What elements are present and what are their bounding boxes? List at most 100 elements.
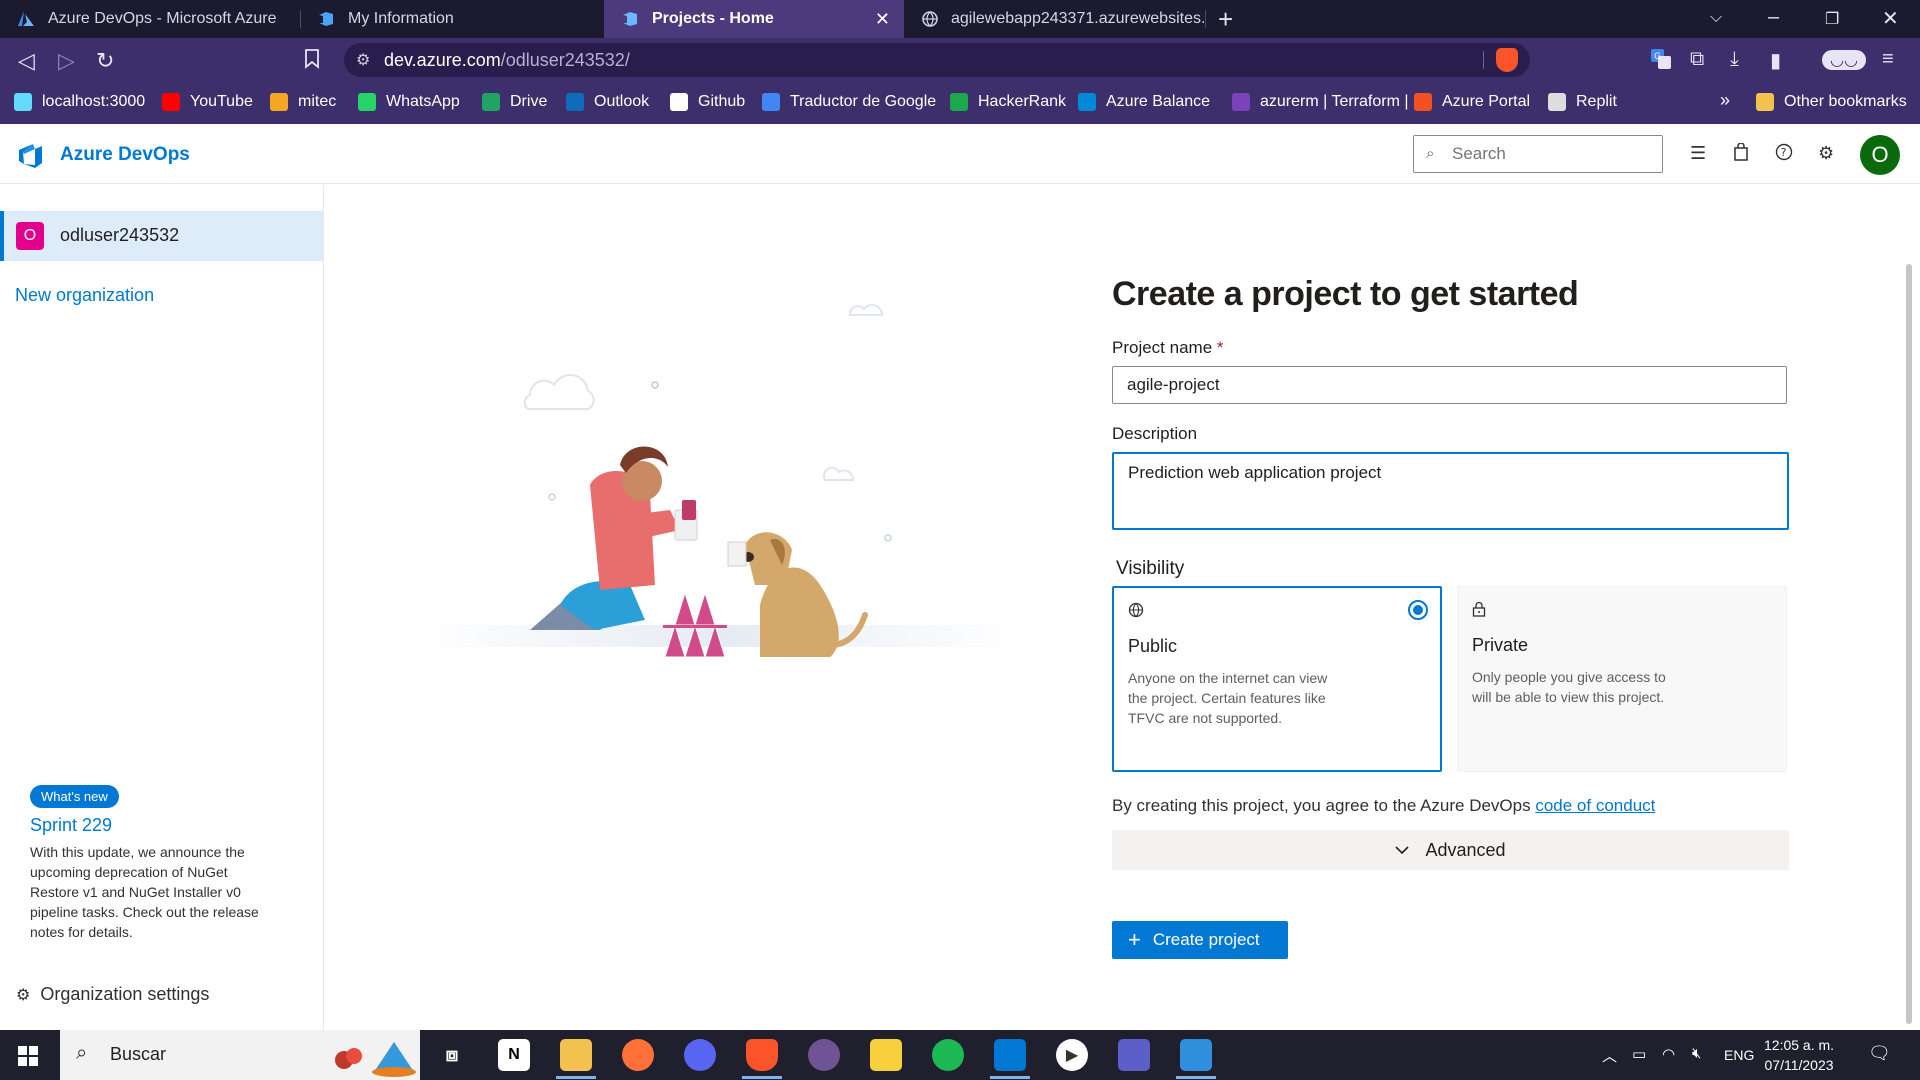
visibility-private-card[interactable]: Private Only people you give access to w… [1457,586,1787,772]
house-of-cards-illustration [420,304,1020,658]
browser-tab-bar: Azure DevOps - Microsoft Azure My Inform… [0,0,1920,38]
omnibox-divider [1483,51,1484,69]
notion-icon[interactable]: N [498,1039,530,1071]
avatar[interactable]: O [1860,135,1900,175]
notifications-icon[interactable]: 🗨︎ [1868,1043,1891,1064]
bookmark-label: Replit [1576,93,1617,110]
tab-my-information[interactable]: My Information [300,0,603,38]
project-name-label: Project name * [1112,338,1789,358]
bookmark-icon[interactable] [304,49,320,74]
spotify-icon[interactable] [932,1039,964,1071]
close-window-icon[interactable]: ✕ [1882,6,1899,31]
public-radio[interactable] [1408,600,1428,620]
lock-icon [1472,601,1486,622]
task-view-icon[interactable]: ⧈ [436,1039,468,1071]
url-path: /odluser243532/ [500,50,630,70]
back-icon[interactable]: ◁ [18,48,35,74]
site-info-icon[interactable]: ⚙ [356,50,370,70]
sidebar-toggle-icon[interactable]: ▮ [1770,48,1781,73]
project-name-field[interactable] [1112,366,1787,404]
code-of-conduct-link[interactable]: code of conduct [1535,796,1655,815]
github-desktop-icon[interactable] [808,1039,840,1071]
public-description: Anyone on the internet can view the proj… [1128,670,1328,726]
help-icon[interactable]: ? [1775,143,1793,166]
search-box[interactable]: ⌕ [1413,135,1663,173]
bookmark-item[interactable]: HackerRank [950,93,1066,111]
tab-agilewebapp[interactable]: agilewebapp243371.azurewebsites.net [905,0,1205,38]
sticky-notes-icon[interactable] [870,1039,902,1071]
new-organization-link[interactable]: New organization [15,285,154,306]
clock-time: 12:05 a. m. [1764,1037,1835,1053]
required-asterisk: * [1216,338,1224,357]
organization-settings-link[interactable]: ⚙ Organization settings [16,984,209,1005]
advanced-toggle[interactable]: Advanced [1112,830,1789,870]
marketplace-bag-icon[interactable] [1734,142,1748,166]
create-project-button[interactable]: + Create project [1112,921,1288,959]
description-field[interactable]: Prediction web application project [1112,452,1789,530]
bookmark-item[interactable]: Azure Portal [1414,93,1530,111]
discord-icon[interactable] [684,1039,716,1071]
azure-devops-logo-icon[interactable] [16,141,44,169]
private-description: Only people you give access to will be a… [1472,669,1666,705]
extensions-puzzle-icon[interactable]: ⧉ [1690,48,1704,71]
minimize-icon[interactable]: – [1768,6,1779,29]
other-bookmarks-folder[interactable]: Other bookmarks [1756,93,1907,111]
bookmark-item[interactable]: Drive [482,93,547,111]
page-scrollbar[interactable] [1906,264,1912,1024]
bookmark-item[interactable]: localhost:3000 [14,93,145,111]
windows-start-icon[interactable] [18,1046,38,1066]
close-tab-icon[interactable]: ✕ [875,9,890,30]
tab-search-chevron-icon[interactable]: ⌵ [1710,9,1722,27]
bookmark-item[interactable]: azurerm | Terraform | [1232,93,1409,111]
brand-name[interactable]: Azure DevOps [60,144,190,166]
sidebar-item-organization[interactable]: O odluser243532 [0,211,324,261]
visibility-public-card[interactable]: Public Anyone on the internet can view t… [1112,586,1442,772]
teams-icon[interactable] [1118,1039,1150,1071]
bookmark-item[interactable]: WhatsApp [358,93,460,111]
user-settings-icon[interactable]: ⚙ [1818,143,1834,164]
reload-icon[interactable]: ↻ [96,48,114,74]
translate-extension-icon[interactable]: G [1650,48,1672,76]
vscode-icon[interactable] [994,1039,1026,1071]
bookmark-item[interactable]: Replit [1548,93,1617,111]
firefox-icon[interactable] [622,1039,654,1071]
tray-overflow-icon[interactable]: ︿ [1602,1045,1617,1066]
bookmark-item[interactable]: mitec [270,93,336,111]
profile-icon[interactable]: ◡◡ [1822,50,1866,70]
bookmark-item[interactable]: Traductor de Google [762,93,936,111]
windows-taskbar: ⌕ Buscar ⧈ N ▶ ︿ ▭ ◠ 🔇︎ ENG 12:05 a. m. … [0,1030,1920,1080]
volume-muted-icon[interactable]: 🔇︎ [1692,1045,1701,1062]
tab-projects-home[interactable]: Projects - Home ✕ [604,0,904,38]
bookmark-item[interactable]: Azure Balance [1078,93,1210,111]
taskbar-search[interactable]: ⌕ Buscar [60,1030,420,1080]
youtube-icon [162,93,180,111]
menu-icon[interactable]: ≡ [1882,48,1894,71]
work-items-list-icon[interactable]: ☰ [1690,143,1706,164]
photos-icon[interactable] [1180,1039,1212,1071]
outlook-icon [566,93,584,111]
github-icon [670,93,688,111]
sidebar: O odluser243532 New organization What's … [0,185,324,1030]
bookmark-item[interactable]: YouTube [162,93,253,111]
media-player-icon[interactable]: ▶ [1056,1039,1088,1071]
taskbar-clock[interactable]: 12:05 a. m. 07/11/2023 [1764,1035,1834,1075]
react-icon [14,93,32,111]
battery-icon[interactable]: ▭ [1632,1045,1646,1063]
sprint-title-link[interactable]: Sprint 229 [30,815,112,836]
bookmarks-overflow-button[interactable]: » [1720,90,1730,111]
file-explorer-icon[interactable] [560,1039,592,1071]
forward-icon[interactable]: ▷ [58,48,75,74]
restore-icon[interactable]: ❐ [1825,9,1839,29]
brave-shields-icon[interactable] [1496,48,1518,72]
language-indicator[interactable]: ENG [1724,1047,1754,1063]
address-bar[interactable]: ⚙ dev.azure.com/odluser243532/ [344,43,1530,77]
search-input[interactable] [1452,143,1652,165]
download-icon[interactable]: ⤓ [1730,48,1739,71]
wifi-icon[interactable]: ◠ [1662,1045,1675,1063]
bookmark-item[interactable]: Github [670,93,745,111]
tab-azure-devops-microsoft-azure[interactable]: Azure DevOps - Microsoft Azure [0,0,300,38]
brave-icon[interactable] [746,1039,778,1071]
advanced-label: Advanced [1425,839,1506,860]
bookmark-item[interactable]: Outlook [566,93,649,111]
new-tab-icon[interactable]: + [1218,4,1233,35]
